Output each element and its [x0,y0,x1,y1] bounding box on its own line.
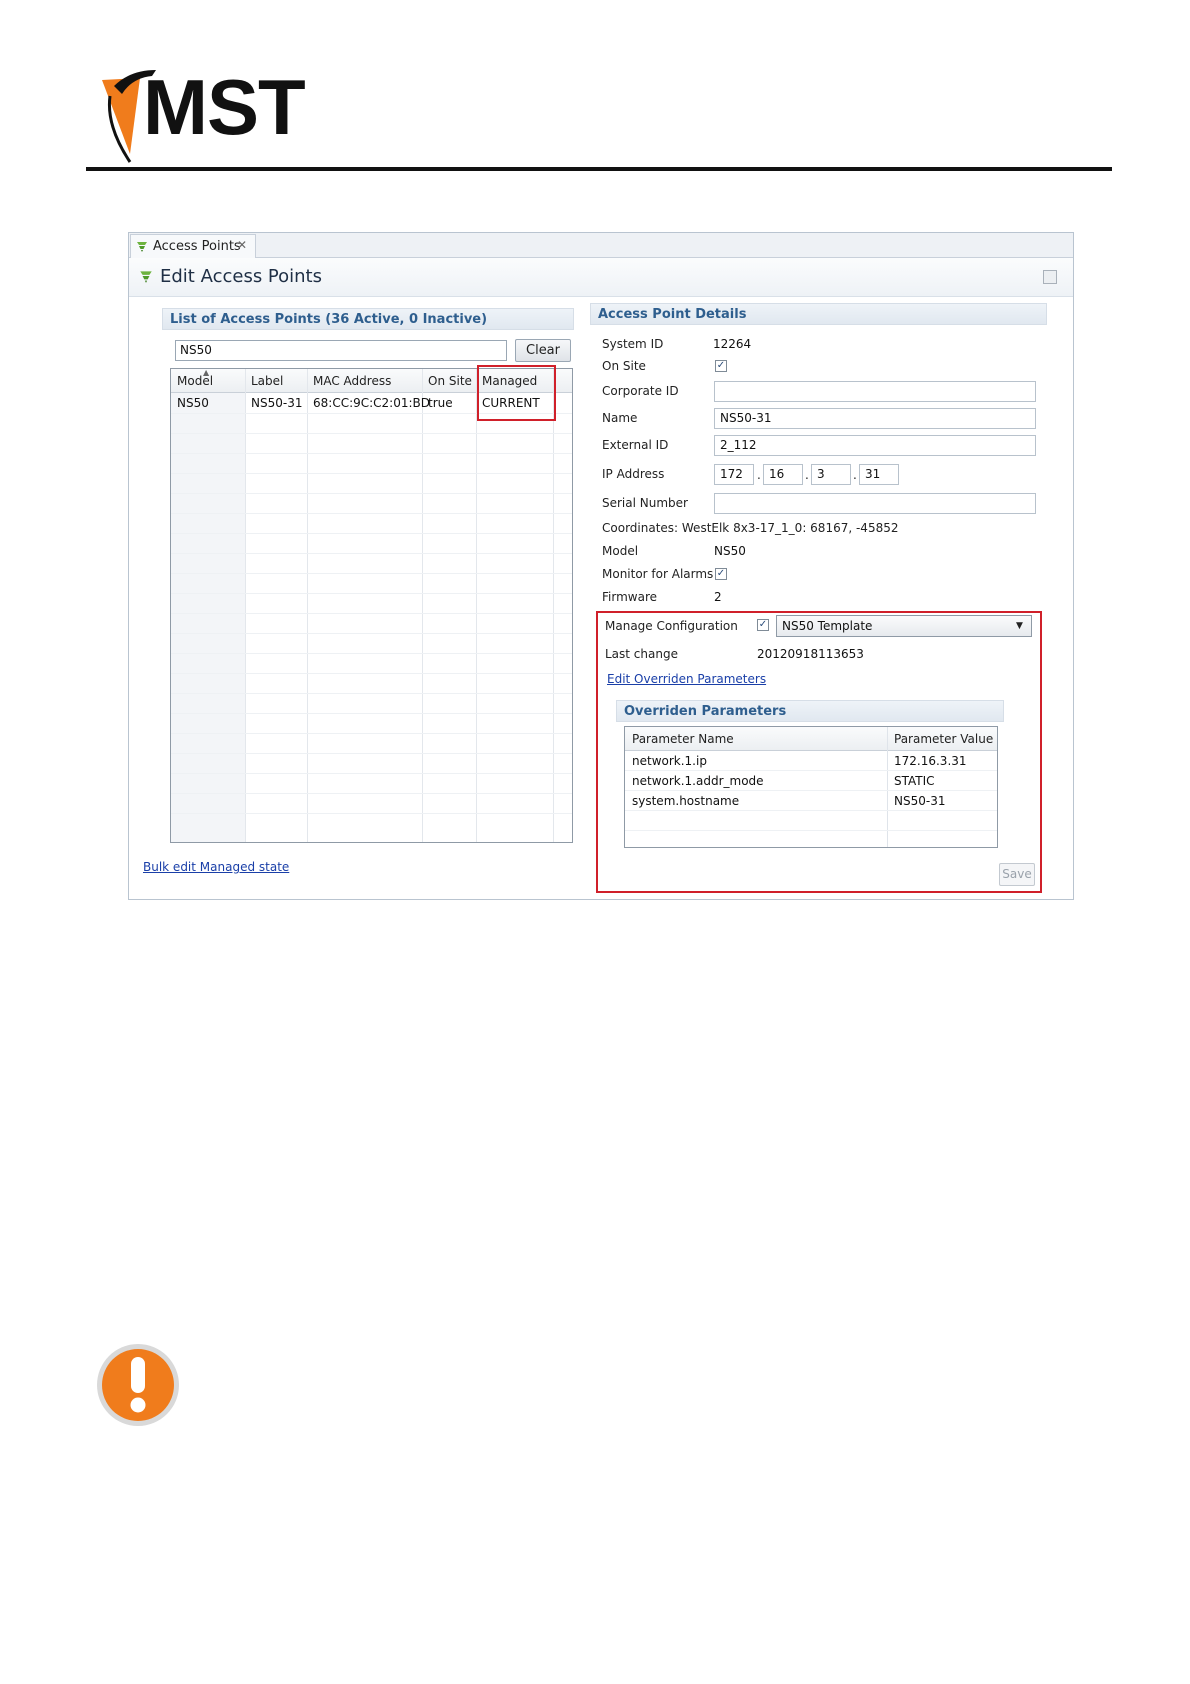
ip-octet-4[interactable]: 31 [859,464,899,485]
antenna-icon [137,242,147,252]
save-button[interactable]: Save [999,863,1035,886]
corporate-id-label: Corporate ID [602,384,679,398]
system-id-value: 12264 [713,337,752,351]
system-id-label: System ID [602,337,664,351]
managed-highlight [477,365,556,421]
tab-label: Access Points [153,239,241,254]
ip-octet-3[interactable]: 3 [811,464,851,485]
external-id-label: External ID [602,438,669,452]
tab-bar [129,233,1073,258]
monitor-alarms-label: Monitor for Alarms [602,567,714,581]
corporate-id-field[interactable] [714,381,1036,402]
manage-config-label: Manage Configuration [605,619,738,633]
exclamation-icon [97,1344,179,1426]
col-parameter-value[interactable]: Parameter Value [894,732,993,746]
param-value: STATIC [894,774,935,788]
overrides-table: Parameter Name Parameter Value network.1… [624,726,998,848]
table-header: Parameter Name Parameter Value [625,727,997,751]
param-value: NS50-31 [894,794,946,808]
param-name: network.1.ip [632,754,707,768]
antenna-icon [140,271,152,283]
serial-number-label: Serial Number [602,496,688,510]
edit-overriden-link[interactable]: Edit Overriden Parameters [607,672,766,686]
name-field[interactable]: NS50-31 [714,408,1036,429]
last-change-value: 20120918113653 [757,647,864,661]
list-section-title: List of Access Points (36 Active, 0 Inac… [162,308,574,330]
template-select[interactable]: NS50 Template [776,615,1032,637]
model-value: NS50 [714,544,746,558]
overrides-section-title: Overriden Parameters [616,700,1004,722]
name-label: Name [602,411,638,425]
header-divider [86,167,1112,171]
editor-title: Edit Access Points [160,266,322,287]
on-site-label: On Site [602,359,646,373]
ip-octet-1[interactable]: 172 [714,464,754,485]
col-mac-address[interactable]: MAC Address [313,374,391,388]
ip-octet-2[interactable]: 16 [763,464,803,485]
param-name: network.1.addr_mode [632,774,764,788]
firmware-label: Firmware [602,590,657,604]
monitor-alarms-checkbox[interactable]: ✓ [715,568,727,580]
cell-model: NS50 [177,396,209,410]
logo-text: MST [143,63,306,151]
cell-label: NS50-31 [251,396,303,410]
col-on-site[interactable]: On Site [428,374,472,388]
manage-config-checkbox[interactable]: ✓ [757,619,769,631]
firmware-value: 2 [714,590,722,604]
clear-button[interactable]: Clear [515,339,571,362]
disk-icon[interactable] [1043,270,1057,284]
bulk-edit-link[interactable]: Bulk edit Managed state [143,860,289,874]
search-input[interactable]: NS50 [175,340,507,361]
tab-access-points[interactable]: Access Points ✕ [130,234,256,258]
on-site-checkbox[interactable]: ✓ [715,360,727,372]
sort-arrow-icon: ▲ [203,368,210,377]
last-change-label: Last change [605,647,678,661]
details-section-title: Access Point Details [590,303,1047,325]
close-icon[interactable]: ✕ [237,238,247,252]
access-points-table: Model Label MAC Address On Site Managed … [170,368,573,843]
external-id-field[interactable]: 2_112 [714,435,1036,456]
ip-address-label: IP Address [602,467,665,481]
col-label[interactable]: Label [251,374,283,388]
param-name: system.hostname [632,794,740,808]
model-label: Model [602,544,639,558]
cell-mac: 68:CC:9C:C2:01:BD [313,396,431,410]
cell-on-site: true [428,396,453,410]
param-value: 172.16.3.31 [894,754,967,768]
chevron-down-icon[interactable]: ▼ [1016,621,1023,631]
coordinates-text: Coordinates: WestElk 8x3-17_1_0: 68167, … [602,521,899,535]
col-parameter-name[interactable]: Parameter Name [632,732,734,746]
serial-number-field[interactable] [714,493,1036,514]
